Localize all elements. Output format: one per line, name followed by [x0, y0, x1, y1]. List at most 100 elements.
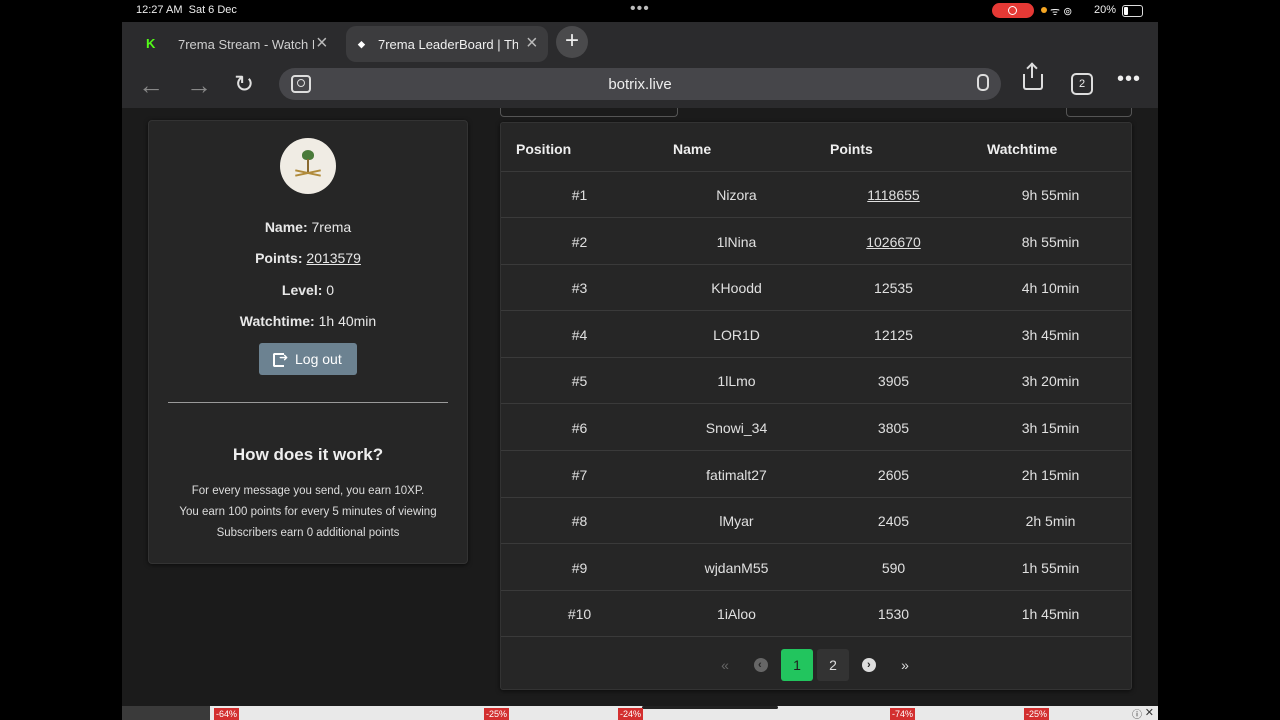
next-page-button[interactable] [853, 649, 885, 681]
header-name[interactable]: Name [673, 141, 711, 157]
cell-points[interactable]: 1026670 [815, 234, 972, 250]
battery-icon [1122, 5, 1143, 17]
close-tab-icon[interactable]: × [526, 32, 538, 55]
prev-page-button[interactable] [745, 649, 777, 681]
cell-points: 1530 [877, 606, 910, 623]
cell-name: LOR1D [713, 326, 760, 343]
tab-switcher-button[interactable]: 2 [1071, 73, 1093, 95]
reload-icon[interactable]: ↻ [234, 70, 254, 99]
wifi-icon: ᯤ ⊚ [1050, 6, 1073, 18]
cell-points: 3805 [877, 420, 910, 436]
more-menu-icon[interactable]: ••• [1117, 68, 1141, 91]
search-field-edge[interactable] [500, 108, 678, 117]
ad-scrollbar[interactable] [642, 706, 778, 709]
tab-leaderboard[interactable]: ◆ 7rema LeaderBoard | Th × [346, 26, 548, 62]
share-icon[interactable] [1023, 64, 1043, 90]
ad-close-icon[interactable]: ✕ [1145, 706, 1154, 719]
cell-watchtime: 8h 55min [1021, 233, 1080, 250]
page-2-button[interactable]: 2 [817, 649, 849, 681]
battery-percent: 20% [1094, 4, 1117, 16]
ad-info-icon[interactable]: ⓘ [1132, 706, 1142, 720]
address-bar[interactable]: botrix.live [279, 68, 1001, 100]
cell-position: #6 [571, 420, 588, 436]
cell-points[interactable]: 1118655 [815, 187, 972, 203]
cell-name: 1lNina [716, 233, 757, 250]
cell-position: #4 [571, 326, 588, 343]
table-row: #7 fatimalt27 2605 2h 15min [501, 451, 1131, 498]
cell-name: Snowi_34 [705, 420, 768, 436]
cell-name: fatimalt27 [706, 466, 767, 483]
forward-arrow-icon[interactable]: → [186, 70, 212, 101]
new-tab-button[interactable]: + [556, 26, 588, 58]
header-watchtime[interactable]: Watchtime [987, 141, 1057, 157]
cell-watchtime: 2h 5min [1025, 513, 1076, 530]
cell-position: #7 [571, 466, 588, 483]
cell-name: lMyar [719, 513, 754, 530]
discount-badge: -25% [1024, 708, 1050, 720]
cell-position: #10 [567, 606, 592, 623]
divider [168, 402, 448, 403]
avatar [280, 138, 336, 194]
cell-position: #8 [571, 513, 588, 530]
table-row: #9 wjdanM55 590 1h 55min [501, 544, 1131, 591]
status-bar: 12:27 AM Sat 6 Dec ••• ᯤ ⊚ 20% [0, 0, 1280, 22]
rule-text: For every message you send, you earn 10X… [191, 485, 425, 497]
table-row: #4 LOR1D 12125 3h 45min [501, 311, 1131, 358]
cell-name: 1iAloo [717, 606, 756, 623]
screen-recording-icon[interactable] [992, 3, 1034, 18]
tab-title: 7rema LeaderBoard | Th [378, 37, 518, 52]
table-row: #8 lMyar 2405 2h 5min [501, 497, 1131, 545]
logout-icon [273, 351, 288, 367]
chevron-left-icon [754, 658, 768, 672]
table-row: #1 Nizora 1118655 9h 55min [501, 171, 1131, 218]
cell-name: 1lLmo [717, 373, 756, 390]
profile-points-link[interactable]: 2013579 [306, 250, 361, 266]
chevron-right-icon [862, 658, 876, 672]
ad-banner[interactable]: -64% -25% -24% -74% -25% ⓘ ✕ [122, 706, 1158, 720]
tab-stream[interactable]: K 7rema Stream - Watch L × [132, 26, 342, 62]
rule-text: Subscribers earn 0 additional points [216, 527, 400, 539]
profile-level: Level: 0 [281, 282, 335, 298]
first-page-button[interactable]: « [709, 649, 741, 681]
header-position[interactable]: Position [516, 141, 571, 157]
cell-position: #1 [571, 187, 588, 203]
profile-watchtime: Watchtime: 1h 40min [239, 313, 377, 329]
cell-points: 3905 [877, 373, 910, 390]
cell-position: #3 [571, 280, 588, 297]
discount-badge: -24% [618, 708, 644, 720]
logout-button[interactable]: Log out [259, 343, 357, 375]
cell-name: Nizora [716, 187, 757, 203]
tab-bar: K 7rema Stream - Watch L × ◆ 7rema Leade… [122, 22, 1158, 68]
last-page-button[interactable]: » [889, 649, 921, 681]
header-points[interactable]: Points [830, 141, 873, 157]
kick-favicon-icon: K [146, 36, 156, 51]
cell-watchtime: 1h 55min [1021, 559, 1080, 576]
cell-watchtime: 1h 45min [1021, 606, 1080, 623]
rule-text: You earn 100 points for every 5 minutes … [179, 506, 437, 518]
table-header: Position Name Points Watchtime [501, 123, 1131, 172]
table-row: #3 KHoodd 12535 4h 10min [501, 264, 1131, 312]
control-edge[interactable] [1066, 108, 1132, 117]
table-row: #6 Snowi_34 3805 3h 15min [501, 404, 1131, 451]
discount-badge: -74% [890, 708, 916, 720]
table-row: #2 1lNina 1026670 8h 55min [501, 218, 1131, 265]
botrix-favicon-icon: ◆ [358, 39, 365, 49]
profile-points: Points: 2013579 [255, 250, 361, 266]
close-tab-icon[interactable]: × [316, 32, 328, 55]
how-it-works-title: How does it work? [232, 445, 384, 464]
browser-window: K 7rema Stream - Watch L × ◆ 7rema Leade… [122, 22, 1158, 720]
ad-image [122, 706, 210, 720]
discount-badge: -25% [484, 708, 510, 720]
page-content: Name: 7rema Points: 2013579 Level: 0 Wat… [122, 108, 1158, 720]
microphone-icon[interactable] [977, 74, 989, 91]
cell-watchtime: 4h 10min [1021, 280, 1080, 297]
multitask-dots-icon[interactable]: ••• [630, 0, 650, 18]
cell-watchtime: 2h 15min [1021, 466, 1080, 483]
cell-name: wjdanM55 [704, 559, 769, 576]
pagination: « 1 2 » [501, 641, 1131, 681]
page-1-button[interactable]: 1 [781, 649, 813, 681]
back-arrow-icon[interactable]: ← [138, 70, 164, 101]
browser-toolbar: ← → ↻ botrix.live 2 ••• [122, 64, 1158, 108]
cell-position: #9 [571, 559, 588, 576]
cell-watchtime: 3h 45min [1021, 326, 1080, 343]
